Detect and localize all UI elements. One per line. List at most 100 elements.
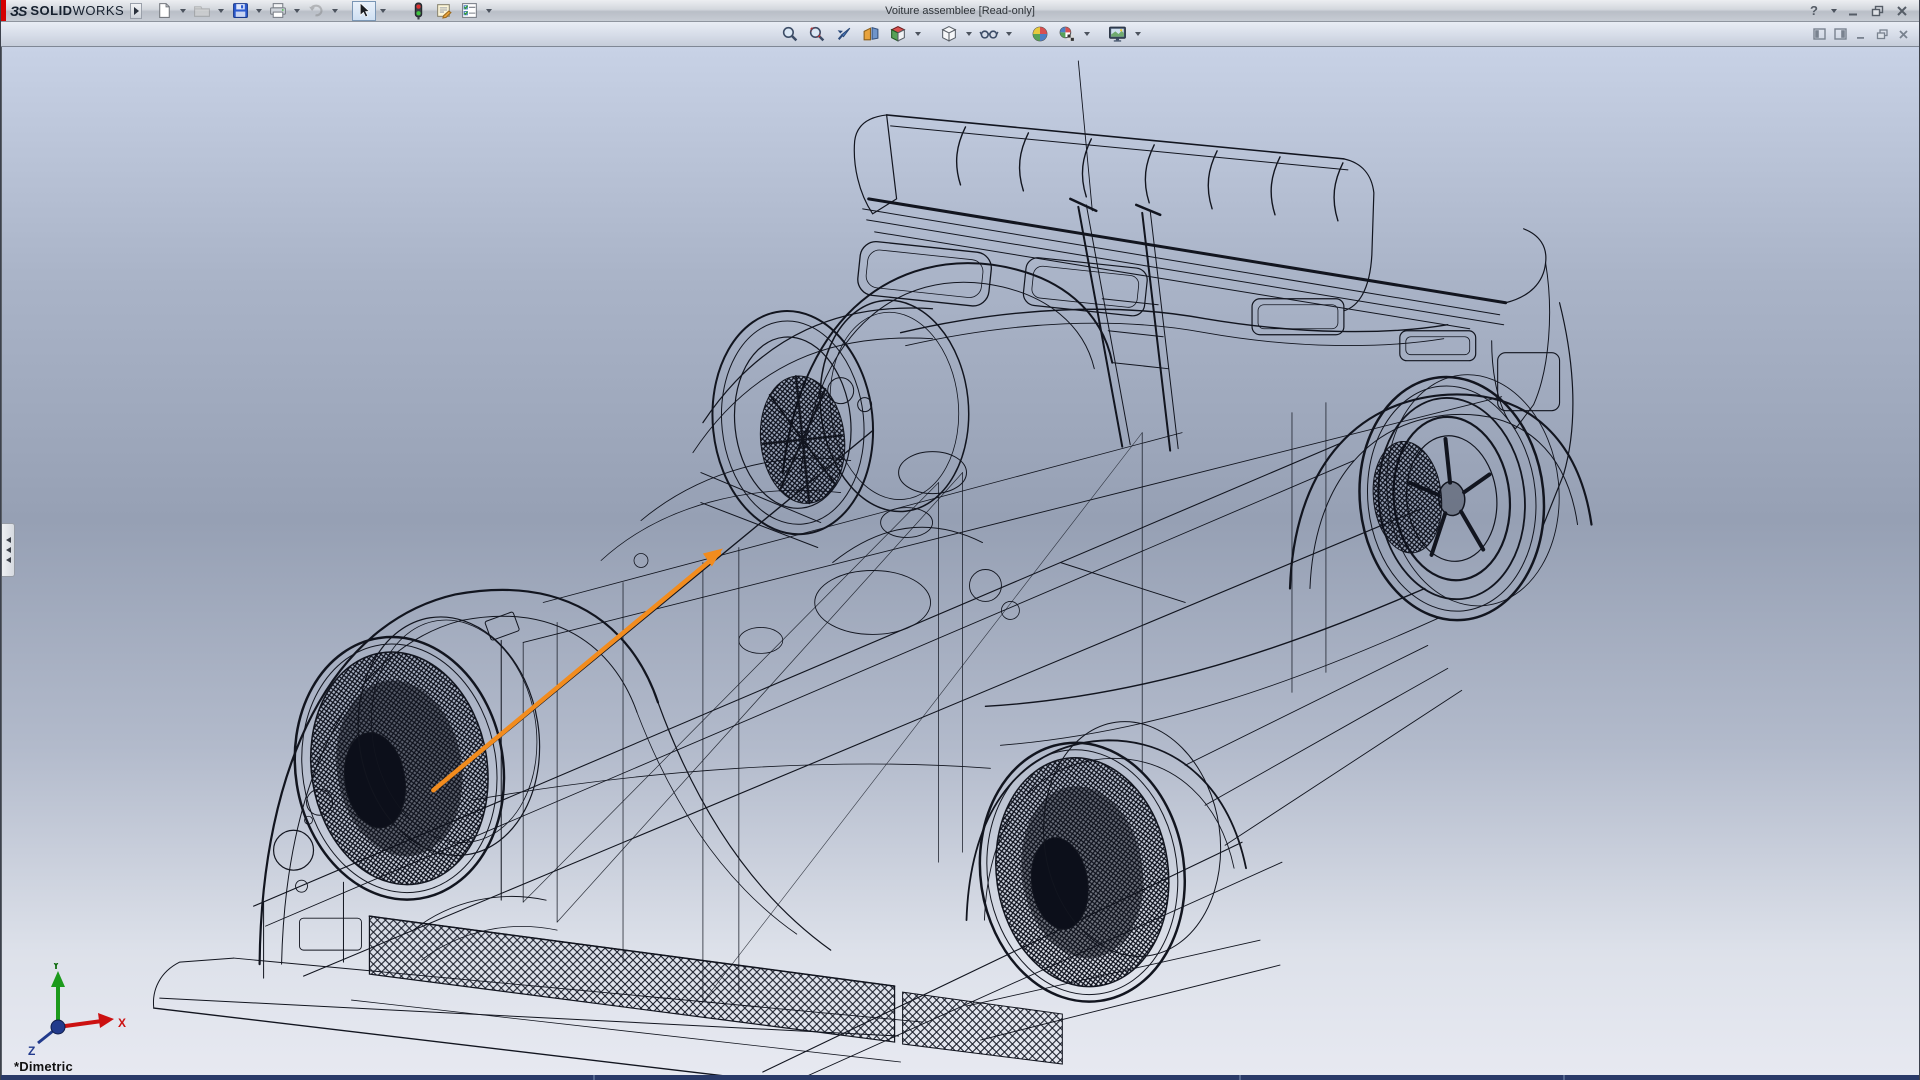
print-icon xyxy=(269,2,287,19)
close-icon xyxy=(1896,5,1908,17)
view-orientation-icon xyxy=(889,25,907,43)
collapse-left-pane-button[interactable] xyxy=(1811,27,1827,41)
save-button[interactable] xyxy=(228,1,252,21)
display-style-caret[interactable] xyxy=(964,25,974,43)
rebuild-button[interactable] xyxy=(406,1,430,21)
zoom-to-area-button[interactable] xyxy=(805,24,829,45)
z-axis-label: Z xyxy=(28,1044,35,1058)
ds-logo-icon: ЗS xyxy=(10,3,26,19)
reference-triad: Y X Z xyxy=(12,963,132,1059)
edit-appearance-button[interactable] xyxy=(1055,24,1079,45)
close-document-icon xyxy=(1898,29,1909,40)
previous-view-icon xyxy=(835,25,853,43)
edit-appearance-caret[interactable] xyxy=(1082,25,1092,43)
undo-button[interactable] xyxy=(304,1,328,21)
eyeglasses-icon xyxy=(979,25,999,43)
pane-right-icon xyxy=(1834,28,1847,40)
checklist-icon xyxy=(461,2,479,19)
title-bar: ЗS SOLIDWORKS xyxy=(1,0,1919,22)
collapse-arrow-icon xyxy=(6,547,11,553)
collapse-arrow-icon xyxy=(6,557,11,563)
save-dropdown-caret[interactable] xyxy=(254,2,264,20)
undo-dropdown-caret[interactable] xyxy=(330,2,340,20)
open-folder-icon xyxy=(193,2,211,19)
hand-note-icon xyxy=(435,2,453,19)
y-axis-label: Y xyxy=(52,963,60,972)
section-view-icon xyxy=(862,25,880,43)
x-axis-arrow xyxy=(98,1013,114,1028)
open-dropdown-caret[interactable] xyxy=(216,2,226,20)
print-button[interactable] xyxy=(266,1,290,21)
taskbar-divider xyxy=(1563,1075,1565,1080)
pane-left-icon xyxy=(1813,28,1826,40)
display-style-button[interactable] xyxy=(937,24,961,45)
collapse-arrow-icon xyxy=(6,537,11,543)
zoom-to-fit-button[interactable] xyxy=(778,24,802,45)
solidworks-window: ЗS SOLIDWORKS xyxy=(0,0,1920,1080)
new-document-button[interactable] xyxy=(152,1,176,21)
minimize-button[interactable] xyxy=(1845,3,1863,19)
restore-icon xyxy=(1871,5,1885,17)
menu-flyout-button[interactable] xyxy=(130,3,142,19)
undo-icon xyxy=(307,2,325,19)
print-dropdown-caret[interactable] xyxy=(292,2,302,20)
display-style-icon xyxy=(940,25,958,43)
restore-document-button[interactable] xyxy=(1874,27,1890,41)
taskbar-edge xyxy=(1,1075,1919,1080)
minimize-document-button[interactable] xyxy=(1853,27,1869,41)
save-icon xyxy=(232,2,249,19)
collapse-panel-tab[interactable] xyxy=(2,523,15,577)
graphics-area[interactable]: Y X Z *Dimetric xyxy=(1,47,1919,1075)
select-tool-button[interactable] xyxy=(352,1,376,21)
open-button[interactable] xyxy=(190,1,214,21)
apply-scene-button[interactable] xyxy=(1028,24,1052,45)
brand-name-bold: SOLID xyxy=(30,3,72,18)
restore-document-icon xyxy=(1876,29,1889,40)
options-dropdown-caret[interactable] xyxy=(484,2,494,20)
x-axis-label: X xyxy=(118,1016,126,1030)
brand-name-light: WORKS xyxy=(73,3,125,18)
view-orientation-label: *Dimetric xyxy=(14,1059,73,1074)
camera-scene-button[interactable] xyxy=(1106,24,1130,45)
new-dropdown-caret[interactable] xyxy=(178,2,188,20)
taskbar-divider xyxy=(593,1075,595,1080)
minimize-icon xyxy=(1848,5,1860,17)
selected-edge[interactable] xyxy=(433,554,719,791)
view-toolbar-group xyxy=(1,24,1919,45)
triad-origin xyxy=(51,1020,65,1034)
options-button[interactable] xyxy=(458,1,482,21)
zoom-to-fit-icon xyxy=(781,25,799,43)
hide-show-items-button[interactable] xyxy=(977,24,1001,45)
edit-appearance-icon xyxy=(1058,25,1076,43)
window-controls: ? xyxy=(1805,2,1919,20)
standard-toolbar xyxy=(152,1,494,21)
solidworks-logo: ЗS SOLIDWORKS xyxy=(6,3,130,19)
traffic-light-icon xyxy=(412,2,425,20)
select-dropdown-caret[interactable] xyxy=(378,2,388,20)
new-document-icon xyxy=(156,2,173,19)
y-axis-arrow xyxy=(51,971,65,987)
camera-scene-caret[interactable] xyxy=(1133,25,1143,43)
wireframe-car-model xyxy=(2,47,1919,1075)
view-orientation-button[interactable] xyxy=(886,24,910,45)
monitor-scene-icon xyxy=(1108,25,1128,43)
apply-scene-icon xyxy=(1031,25,1049,43)
zoom-to-area-icon xyxy=(808,25,826,43)
close-button[interactable] xyxy=(1893,3,1911,19)
taskbar-divider xyxy=(1239,1075,1241,1080)
properties-button[interactable] xyxy=(432,1,456,21)
hide-show-caret[interactable] xyxy=(1004,25,1014,43)
previous-view-button[interactable] xyxy=(832,24,856,45)
close-document-button[interactable] xyxy=(1895,27,1911,41)
view-toolbar xyxy=(1,22,1919,47)
document-window-controls xyxy=(1811,27,1919,41)
help-dropdown-caret[interactable] xyxy=(1829,2,1839,20)
view-orientation-caret[interactable] xyxy=(913,25,923,43)
minimize-document-icon xyxy=(1856,29,1867,40)
restore-button[interactable] xyxy=(1869,3,1887,19)
collapse-right-pane-button[interactable] xyxy=(1832,27,1848,41)
section-view-button[interactable] xyxy=(859,24,883,45)
help-button[interactable]: ? xyxy=(1805,3,1823,19)
select-arrow-icon xyxy=(356,2,372,19)
brand-name: SOLIDWORKS xyxy=(30,3,124,18)
